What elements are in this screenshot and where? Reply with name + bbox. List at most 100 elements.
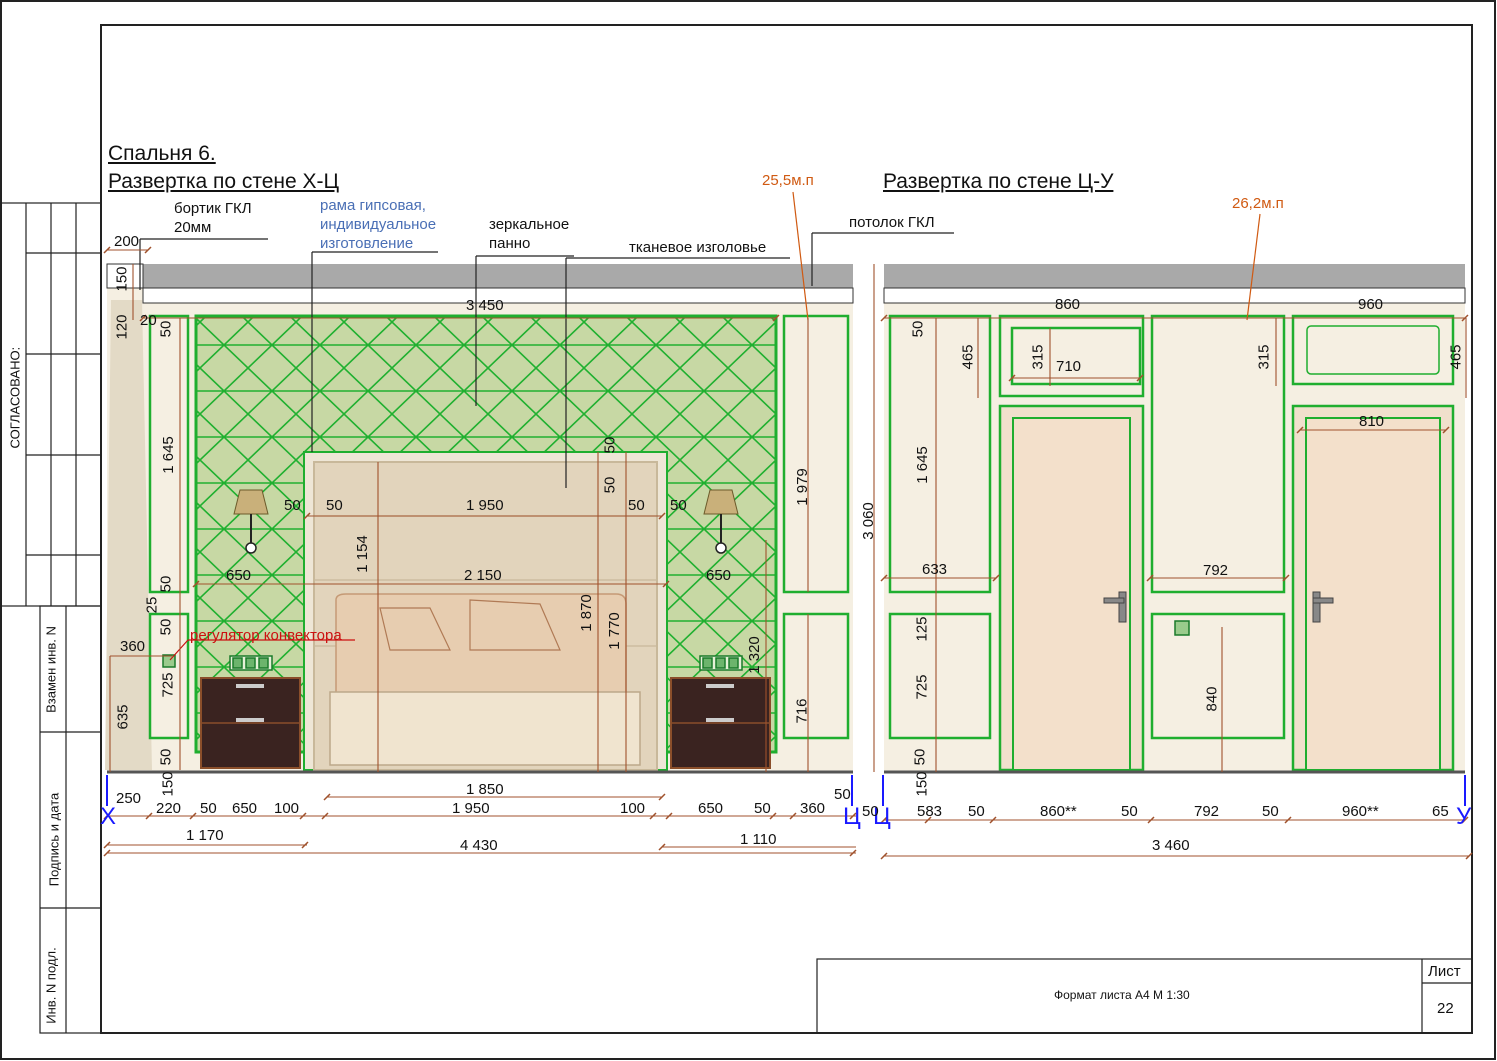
dim: 150 — [913, 771, 931, 797]
dim: 50 — [754, 800, 771, 817]
dim: 50 — [601, 436, 619, 454]
dim: 1 950 — [452, 800, 490, 817]
note-molding-xc: 25,5м.п — [762, 172, 814, 189]
dim: 120 — [113, 314, 131, 340]
elevation-drawing — [0, 0, 1496, 1060]
socket-block-left — [229, 655, 273, 671]
dim: 315 — [1029, 344, 1047, 370]
dim: 50 — [284, 497, 301, 514]
dim: 1 170 — [186, 827, 224, 844]
dim: 810 — [1359, 413, 1385, 430]
dim: 1 770 — [605, 612, 623, 650]
bed-base — [329, 691, 641, 766]
dim: 50 — [157, 748, 175, 766]
stamp-label-signature: Подпись и дата — [46, 792, 62, 887]
format-label: Формат листа А4 М 1:30 — [1054, 988, 1190, 1002]
dim: 583 — [917, 803, 943, 820]
dim: 840 — [1203, 686, 1221, 712]
sheet-label: Лист — [1428, 963, 1461, 980]
dim: 1 645 — [159, 436, 177, 474]
dim: 25 — [143, 596, 161, 614]
dim: 725 — [159, 672, 177, 698]
dim: 650 — [706, 567, 732, 584]
note-ceiling: потолок ГКЛ — [849, 214, 935, 231]
dim: 725 — [913, 674, 931, 700]
dim: 716 — [793, 698, 811, 724]
dim: 710 — [1056, 358, 1082, 375]
dim: 50 — [200, 800, 217, 817]
dim: 3 060 — [859, 502, 877, 540]
dim: 50 — [862, 803, 879, 820]
dim: 50 — [326, 497, 343, 514]
note-headboard: тканевое изголовье — [629, 239, 767, 256]
axis-y: У — [1456, 803, 1472, 830]
dim: 50 — [628, 497, 645, 514]
note-frame-2: индивидуальное — [320, 216, 437, 233]
dim: 360 — [800, 800, 826, 817]
dim: 50 — [911, 748, 929, 766]
dim: 1 850 — [466, 781, 504, 798]
dim: 50 — [157, 320, 175, 338]
dim: 50 — [157, 618, 175, 636]
dim: 100 — [274, 800, 300, 817]
dim: 792 — [1203, 562, 1229, 579]
stamp-label-inventory: Инв. N подл. — [43, 947, 59, 1024]
note-mirror-1: зеркальное — [489, 216, 570, 233]
note-board-1: бортик ГКЛ — [174, 200, 252, 217]
dim: 3 450 — [466, 297, 504, 314]
dim: 50 — [909, 320, 927, 338]
dim: 1 979 — [793, 468, 811, 506]
dim: 960 — [1358, 296, 1384, 313]
note-frame-3: изготовление — [320, 235, 414, 252]
axis-c-left: Ц — [843, 803, 861, 830]
dim: 2 150 — [464, 567, 502, 584]
dim: 1 110 — [740, 831, 777, 848]
dim: 633 — [922, 561, 948, 578]
drawing-sheet: СОГЛАСОВАНО: Взамен инв. N Подпись и дат… — [0, 0, 1497, 1061]
dim: 792 — [1194, 803, 1220, 820]
dim: 1 870 — [577, 594, 595, 632]
dim: 650 — [226, 567, 252, 584]
wall-cy-elevation — [883, 264, 1466, 774]
axis-x: Х — [100, 803, 117, 830]
dim: 3 460 — [1152, 837, 1190, 854]
approved-label: СОГЛАСОВАНО: — [7, 346, 23, 449]
ceiling-gkl-xc — [143, 264, 853, 288]
sheet-number: 22 — [1437, 1000, 1454, 1017]
dim: 360 — [120, 638, 146, 655]
dim: 1 645 — [913, 446, 931, 484]
dim: 860 — [1055, 296, 1081, 313]
note-mirror-2: панно — [489, 235, 531, 252]
wall-xc-title: Развертка по стене Х-Ц — [108, 170, 340, 193]
dim: 50 — [1121, 803, 1138, 820]
note-frame-1: рама гипсовая, — [320, 197, 426, 214]
dim: 50 — [670, 497, 687, 514]
dim: 4 430 — [460, 837, 498, 854]
note-regulator: регулятор конвектора — [190, 627, 342, 644]
note-board-2: 20мм — [174, 219, 212, 236]
dim: 250 — [116, 790, 142, 807]
dim: 50 — [834, 786, 851, 803]
dim: 315 — [1255, 344, 1273, 370]
dim: 150 — [159, 771, 177, 797]
dim: 50 — [157, 575, 175, 593]
dim: 100 — [620, 800, 646, 817]
dim: 1 320 — [745, 636, 763, 674]
dim: 50 — [1262, 803, 1279, 820]
dim: 50 — [601, 476, 619, 494]
dim: 125 — [913, 616, 931, 642]
dim: 220 — [156, 800, 182, 817]
dim: 635 — [114, 704, 132, 730]
ceiling-gkl-cy — [884, 264, 1465, 288]
dim: 20 — [140, 312, 157, 329]
room-title: Спальня 6. — [108, 142, 216, 165]
switch-cy — [1174, 620, 1190, 636]
dim: 65 — [1432, 803, 1449, 820]
socket-block-right — [699, 655, 743, 671]
dim: 465 — [1447, 344, 1465, 370]
dim: 650 — [698, 800, 724, 817]
wall-cy-title: Развертка по стене Ц-У — [883, 170, 1114, 193]
dim: 1 154 — [353, 535, 371, 573]
dim: 650 — [232, 800, 258, 817]
wall-xc-elevation — [105, 263, 854, 774]
